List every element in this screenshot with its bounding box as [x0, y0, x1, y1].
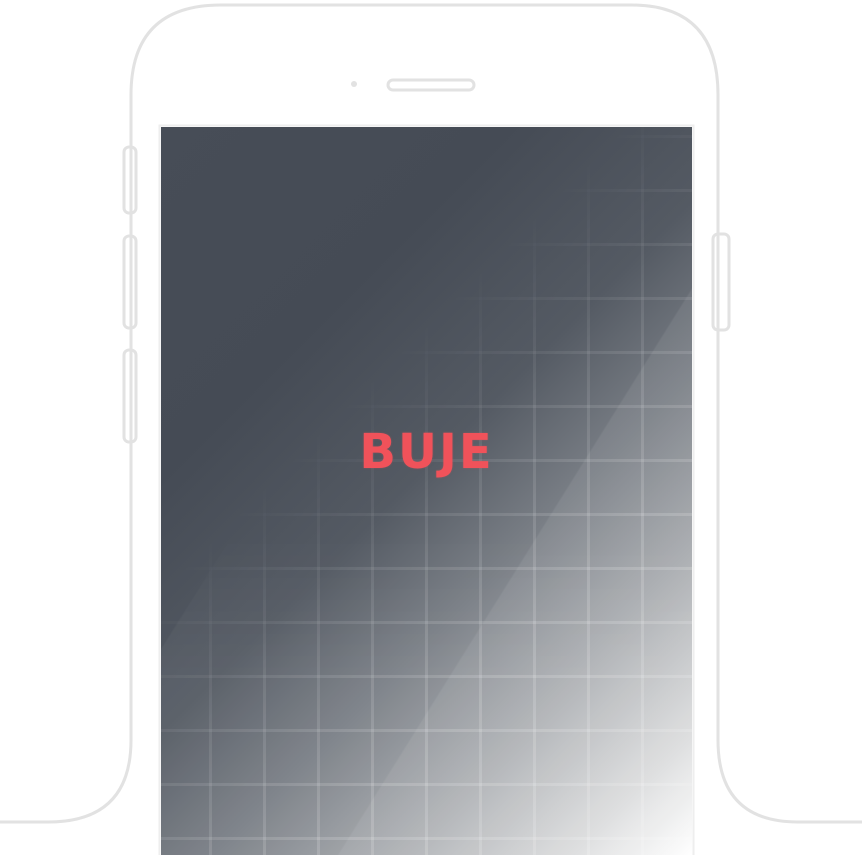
mockup-stage: BUJE	[0, 0, 862, 855]
screen-glare-secondary	[161, 127, 692, 855]
earpiece-speaker-icon	[386, 78, 476, 92]
power-button	[711, 232, 731, 332]
app-logo: BUJE	[359, 424, 494, 480]
app-screen[interactable]: BUJE	[161, 127, 692, 855]
front-camera-icon	[351, 81, 357, 87]
